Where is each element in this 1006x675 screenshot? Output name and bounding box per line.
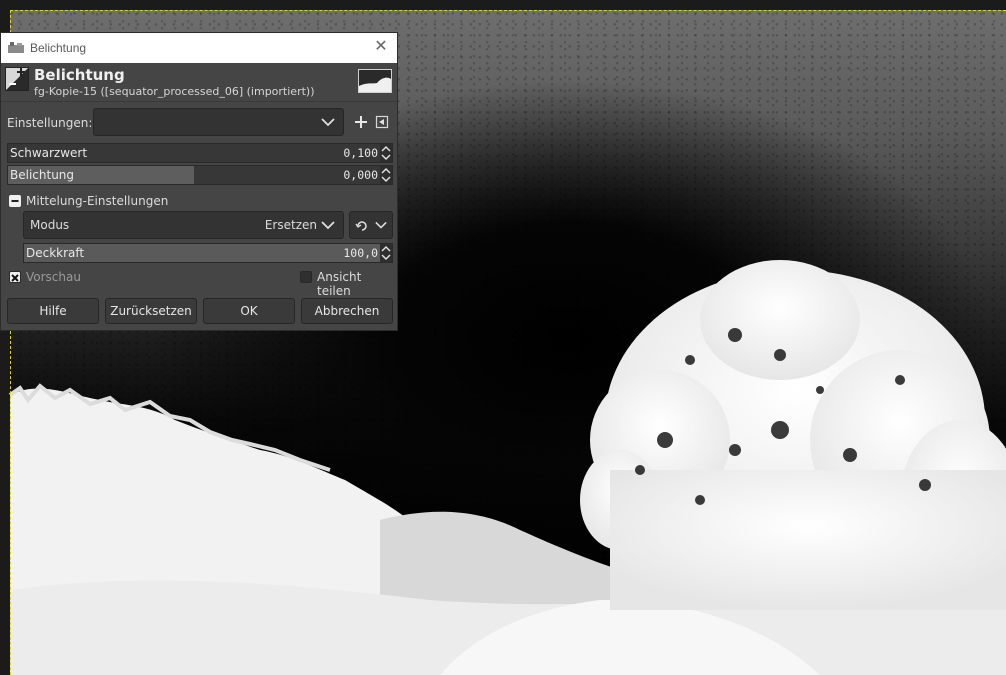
settings-label: Einstellungen: [7, 116, 93, 130]
preset-combo[interactable] [93, 108, 344, 136]
slider-value: 0,000 [343, 168, 378, 182]
checkmark-x-icon [11, 274, 19, 282]
slider-label: Deckkraft [26, 246, 85, 260]
composite-mode-icon [355, 221, 367, 231]
left-bushes [10, 388, 430, 600]
split-view-label: Ansicht teilen [317, 270, 362, 298]
chevron-up-icon[interactable] [381, 145, 391, 153]
slider-label: Belichtung [10, 168, 75, 182]
chevron-up-icon[interactable] [381, 167, 391, 175]
preview-checkbox[interactable] [9, 271, 21, 283]
collapse-toggle[interactable] [9, 195, 21, 207]
ok-button[interactable]: OK [203, 298, 295, 324]
mode-combo[interactable]: Modus Ersetzen [23, 211, 344, 239]
slider-value: 0,100 [343, 146, 378, 160]
layer-subtitle: fg-Kopie-15 ([sequator_processed_06] (im… [34, 85, 315, 98]
tree [580, 260, 1006, 610]
chevron-down-icon [321, 118, 335, 127]
preview-label: Vorschau [26, 270, 81, 284]
exposure-slider[interactable]: Belichtung 0,000 [7, 165, 393, 185]
close-icon[interactable]: ✕ [373, 39, 389, 55]
slider-label: Schwarzwert [10, 146, 88, 160]
dialog-title: Belichtung [34, 66, 125, 84]
minus-icon [11, 200, 19, 202]
composite-mode-button[interactable] [349, 211, 393, 239]
cancel-button[interactable]: Abbrechen [301, 298, 393, 324]
spin-buttons[interactable] [380, 244, 392, 262]
chevron-down-icon [375, 221, 387, 229]
spin-buttons[interactable] [380, 144, 392, 162]
chevron-down-icon[interactable] [381, 175, 391, 183]
help-button[interactable]: Hilfe [7, 298, 99, 324]
mode-value: Ersetzen [264, 218, 317, 232]
mode-label: Modus [30, 218, 70, 232]
chevron-down-icon[interactable] [381, 153, 391, 161]
gimp-window-icon [8, 42, 24, 53]
reset-button[interactable]: Zurücksetzen [105, 298, 197, 324]
divider [1, 101, 397, 102]
blend-section-label: Mittelung-Einstellungen [26, 194, 169, 208]
exposure-dialog: Belichtung ✕ Belichtung fg-Kopie-15 ([se… [0, 32, 398, 331]
window-title: Belichtung [30, 41, 87, 55]
slider-value: 100,0 [343, 246, 378, 260]
plus-icon[interactable] [353, 114, 369, 130]
exposure-tool-icon [5, 67, 29, 91]
spin-buttons[interactable] [380, 166, 392, 184]
chevron-down-icon[interactable] [381, 253, 391, 261]
dialog-header: Belichtung fg-Kopie-15 ([sequator_proces… [1, 63, 397, 101]
window-titlebar[interactable]: Belichtung ✕ [1, 33, 397, 63]
chevron-up-icon[interactable] [381, 245, 391, 253]
preset-menu-icon[interactable] [374, 114, 390, 130]
black-level-slider[interactable]: Schwarzwert 0,100 [7, 143, 393, 163]
layer-thumbnail [358, 69, 392, 93]
opacity-slider[interactable]: Deckkraft 100,0 [23, 243, 393, 263]
chevron-down-icon [321, 221, 335, 230]
split-view-checkbox[interactable] [300, 271, 312, 283]
